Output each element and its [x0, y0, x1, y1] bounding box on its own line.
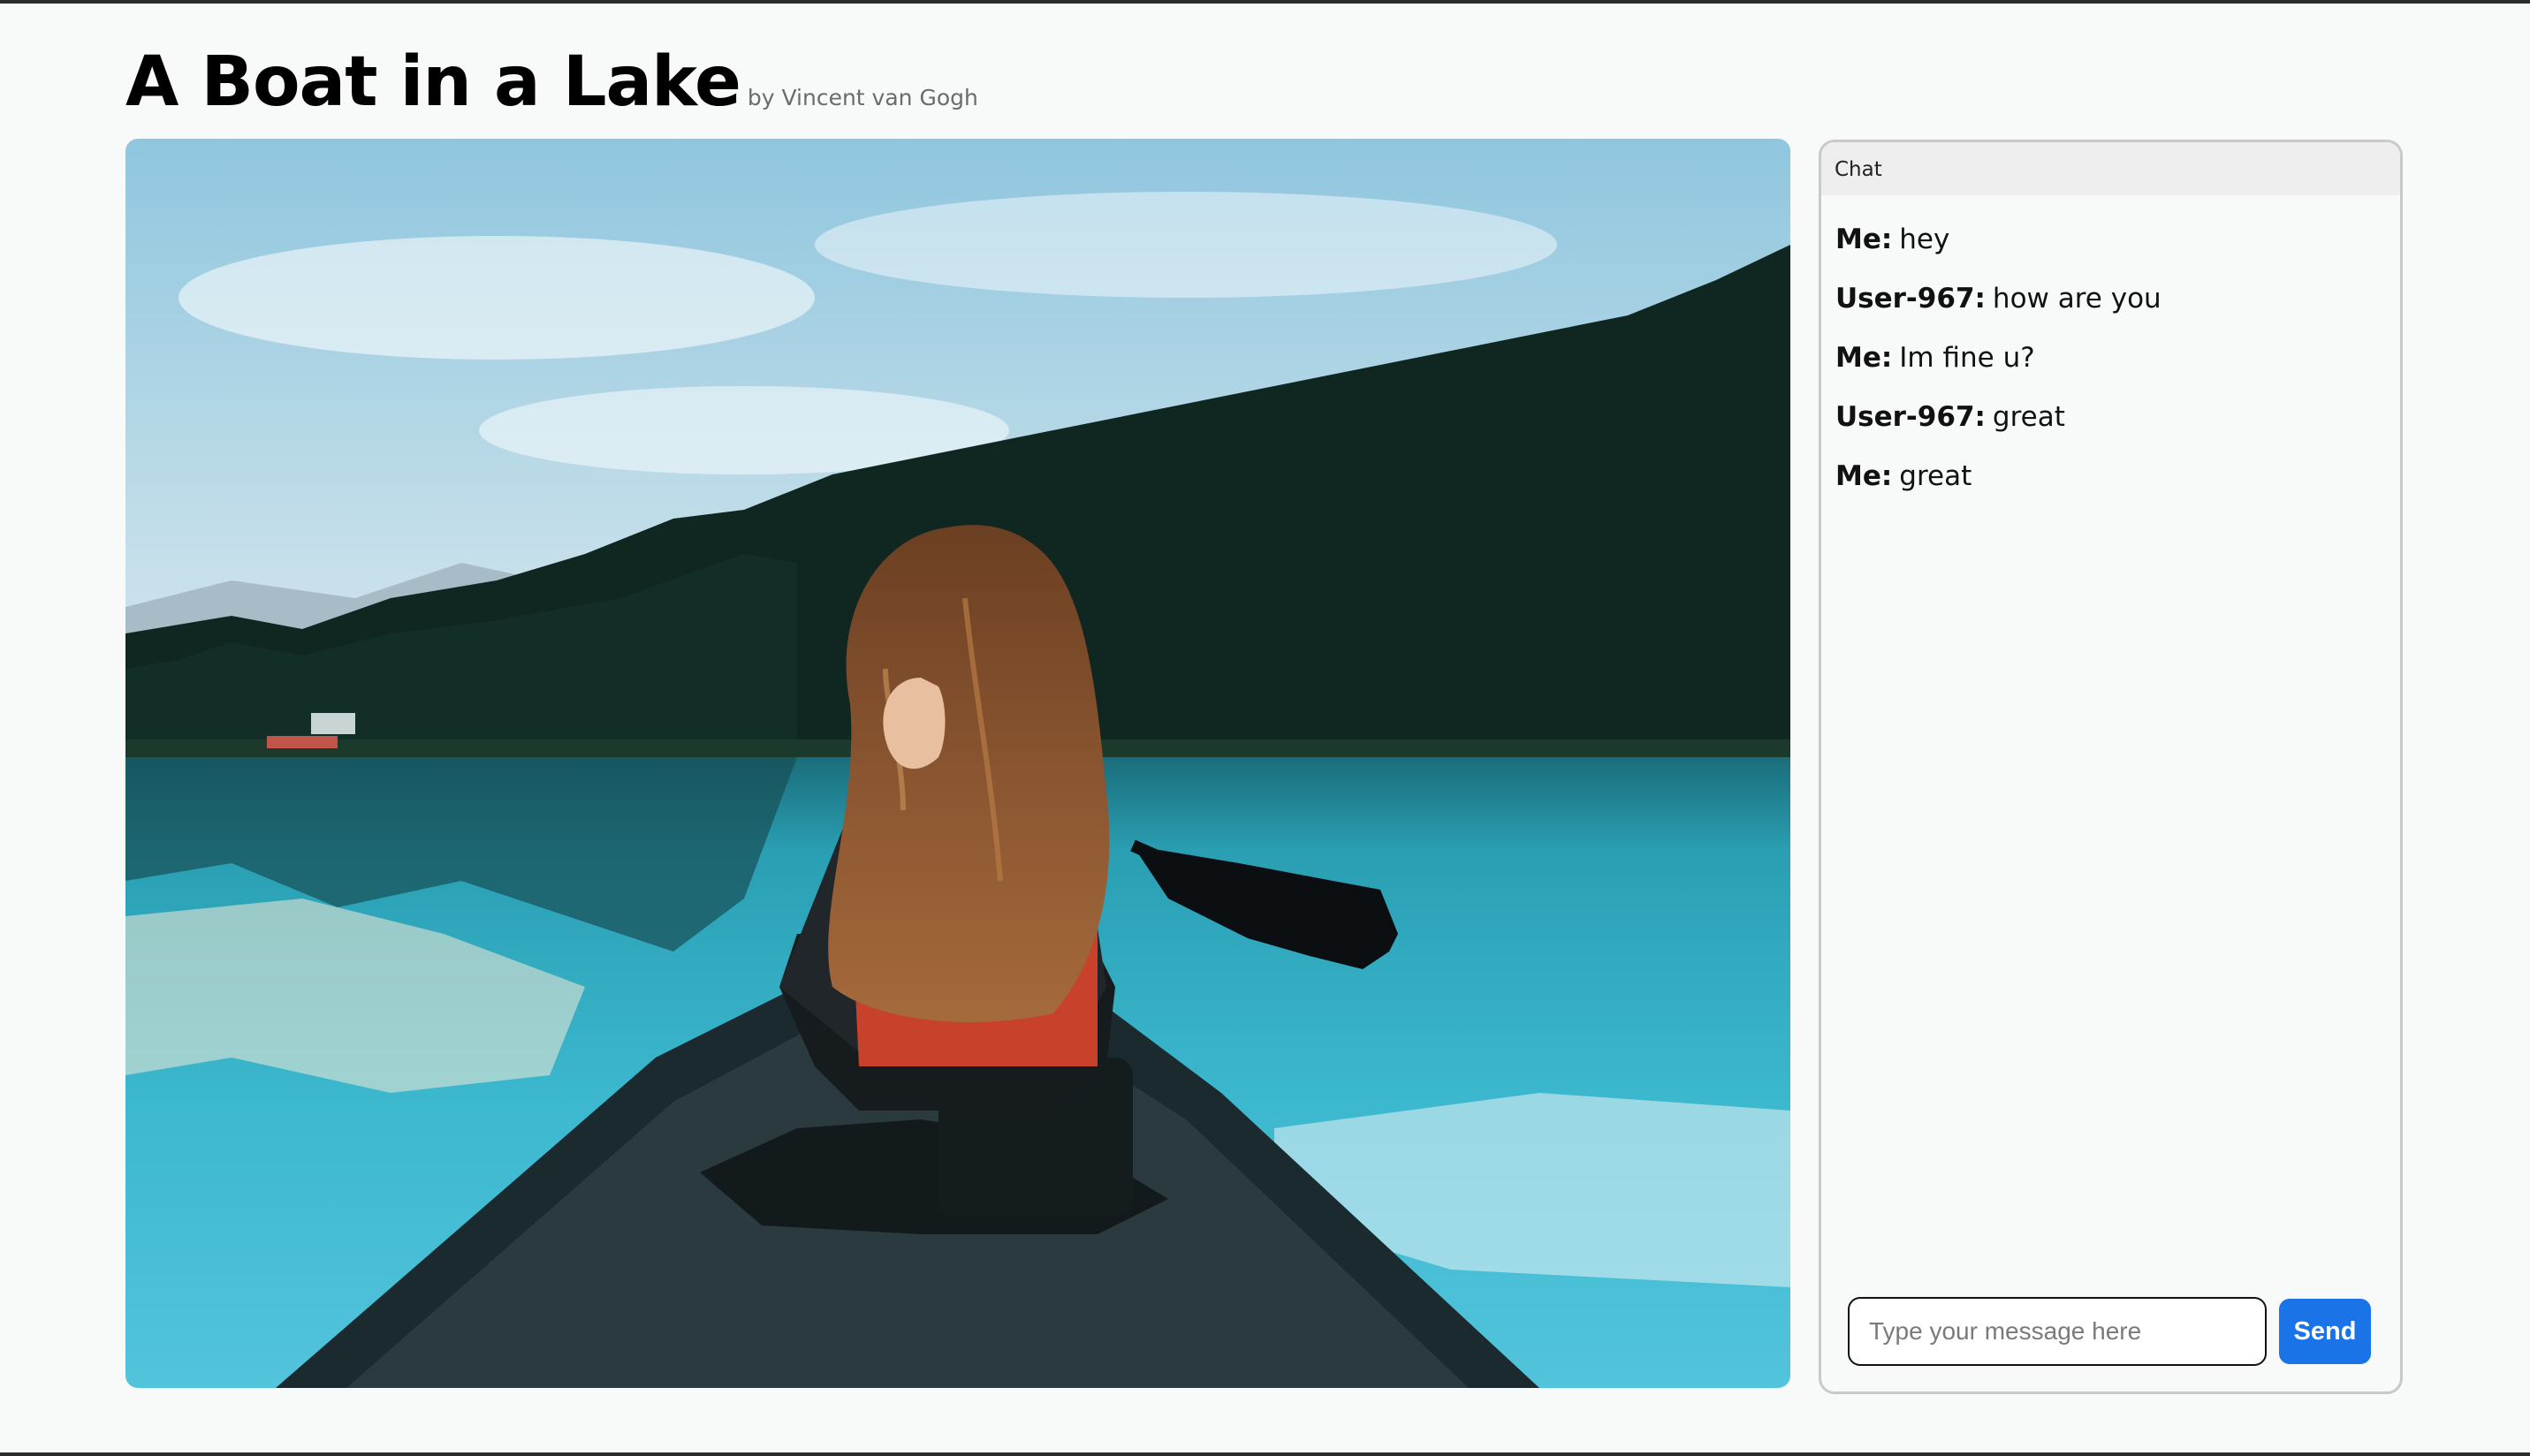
message-text: how are you: [1992, 283, 2162, 315]
message-text: hey: [1899, 224, 1950, 255]
message-sender: Me:: [1835, 460, 1893, 492]
message-text: great: [1992, 401, 2065, 433]
message-text: great: [1899, 460, 1972, 492]
message-sender: Me:: [1835, 224, 1893, 255]
message-sender: User-967:: [1835, 283, 1986, 315]
message-sender: Me:: [1835, 342, 1893, 374]
message-composer: Send: [1848, 1297, 2371, 1366]
chat-message: Me: great: [1835, 459, 2400, 518]
chat-message: Me: Im fine u?: [1835, 340, 2400, 399]
artwork-image-canvas: [125, 139, 1790, 1388]
chat-message: User-967: how are you: [1835, 281, 2400, 340]
page-header: A Boat in a Lake by Vincent van Gogh: [125, 42, 978, 122]
message-text: Im fine u?: [1899, 342, 2035, 374]
artwork-image: [125, 139, 1790, 1388]
chat-panel: Chat Me: hey User-967: how are you Me: Im f…: [1819, 140, 2403, 1394]
chat-message: User-967: great: [1835, 399, 2400, 459]
chat-message: Me: hey: [1835, 222, 2400, 281]
message-list: Me: hey User-967: how are you Me: Im fine u…: [1821, 195, 2400, 518]
page: A Boat in a Lake by Vincent van Gogh Cha…: [0, 4, 2530, 1452]
send-button[interactable]: Send: [2279, 1299, 2371, 1364]
message-input[interactable]: [1848, 1297, 2267, 1366]
artwork-title: A Boat in a Lake: [125, 42, 741, 122]
artwork-byline: by Vincent van Gogh: [747, 85, 978, 110]
message-sender: User-967:: [1835, 401, 1986, 433]
chat-header: Chat: [1821, 142, 2400, 195]
